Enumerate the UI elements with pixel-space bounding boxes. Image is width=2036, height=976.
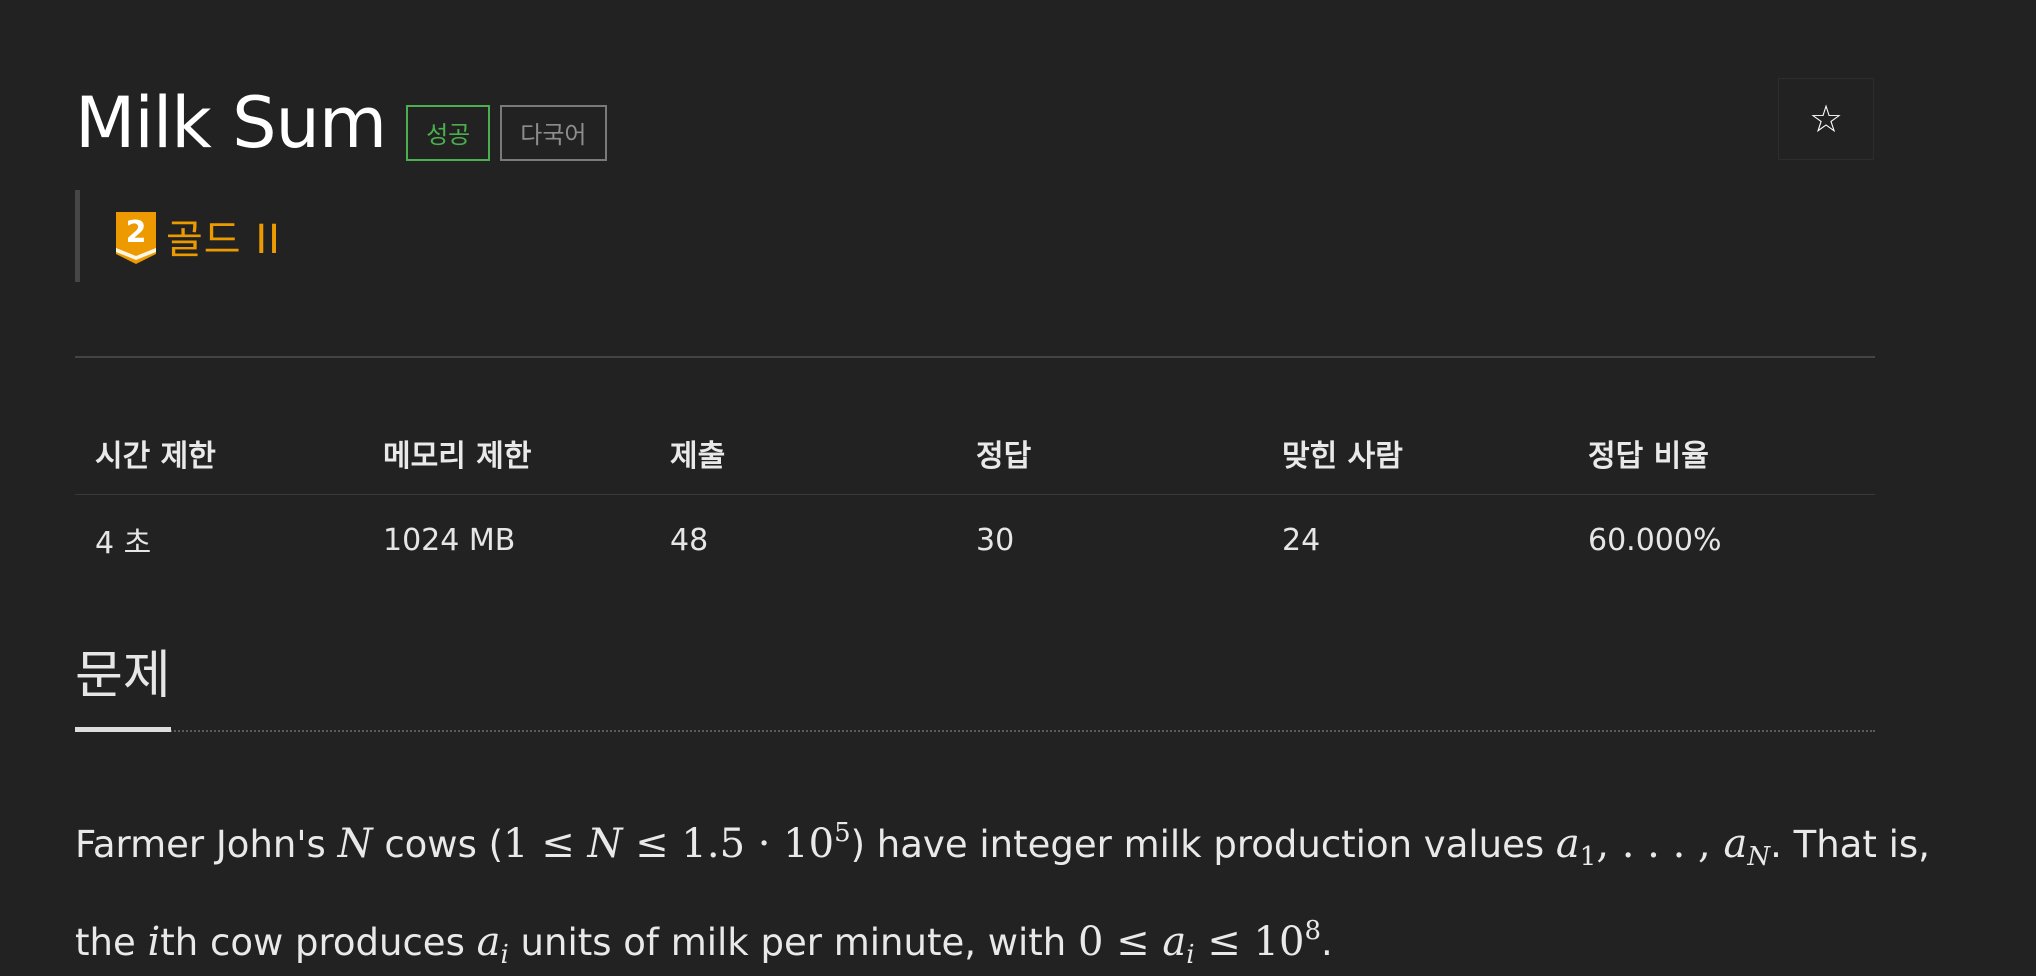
header-divider	[75, 356, 1875, 358]
statement-line-1: Farmer John's N cows (1 ≤ N ≤ 1.5 · 105)…	[75, 796, 1930, 894]
math-subscript: i	[1186, 940, 1195, 970]
problem-section-header: 문제	[75, 636, 1875, 732]
problem-statement: Farmer John's N cows (1 ≤ N ≤ 1.5 · 105)…	[75, 796, 1930, 976]
problem-title: Milk Sum	[75, 82, 387, 164]
statement-text: . That is,	[1770, 823, 1930, 866]
problem-header: Milk Sum 성공 다국어	[75, 78, 607, 168]
statement-text: ) have integer milk production values	[850, 823, 1556, 866]
tier-label: 골드 II	[166, 217, 281, 263]
table-row: 4 초 1024 MB 48 30 24 60.000%	[75, 495, 1875, 586]
problem-info-table: 시간 제한 메모리 제한 제출 정답 맞힌 사람 정답 비율 4 초 1024 …	[75, 412, 1875, 585]
statement-text: th cow produces	[160, 921, 477, 964]
statement-text: .	[1320, 921, 1333, 964]
header-accepted: 정답	[956, 412, 1262, 495]
favorite-button[interactable]: ☆	[1778, 78, 1874, 160]
statement-text: the	[75, 921, 148, 964]
table-header-row: 시간 제한 메모리 제한 제출 정답 맞힌 사람 정답 비율	[75, 412, 1875, 495]
time-limit-value: 4 초	[95, 526, 152, 561]
section-title: 문제	[75, 636, 171, 732]
math-exponent: 8	[1304, 916, 1321, 946]
statement-line-2: the ith cow produces ai units of milk pe…	[75, 894, 1895, 976]
math-var: a	[1723, 821, 1748, 867]
memory-limit-value: 1024 MB	[383, 522, 516, 558]
math-subscript: N	[1747, 842, 1771, 872]
header-time-limit: 시간 제한	[75, 412, 363, 495]
math-var: N	[587, 821, 623, 867]
accepted-value: 30	[976, 522, 1015, 558]
header-submissions: 제출	[650, 412, 956, 495]
math-subscript: 1	[1579, 842, 1597, 872]
math-var: a	[1555, 821, 1580, 867]
statement-text: cows (	[372, 823, 504, 866]
header-solved-users: 맞힌 사람	[1262, 412, 1568, 495]
math-expr: , . . . ,	[1596, 821, 1724, 867]
statement-text: Farmer John's	[75, 823, 338, 866]
tier-number: 2	[126, 215, 147, 250]
math-expr: 0 ≤	[1078, 919, 1163, 965]
accept-ratio-value: 60.000%	[1588, 522, 1722, 558]
multilang-label[interactable]: 다국어	[500, 105, 607, 161]
submissions-value[interactable]: 48	[650, 495, 956, 586]
tier-block: 2 골드 II	[75, 190, 281, 282]
math-expr: ≤ 1.5 · 10	[622, 821, 835, 867]
solved-users-value[interactable]: 24	[1262, 495, 1568, 586]
math-var: a	[476, 919, 501, 965]
math-exponent: 5	[834, 818, 851, 848]
statement-text: units of milk per minute, with	[508, 921, 1078, 964]
math-var: i	[147, 919, 161, 965]
math-expr: ≤ 10	[1194, 919, 1305, 965]
tier-badge-icon: 2	[116, 212, 156, 264]
math-subscript: i	[500, 940, 509, 970]
math-expr: 1 ≤	[503, 821, 588, 867]
star-icon: ☆	[1808, 97, 1844, 141]
header-accept-ratio: 정답 비율	[1568, 412, 1875, 495]
problem-page: Milk Sum 성공 다국어 ☆ 2 골드 II 시간 제한 메모리 제한 제…	[0, 0, 2036, 976]
header-memory-limit: 메모리 제한	[363, 412, 650, 495]
math-var: a	[1162, 919, 1187, 965]
success-label: 성공	[406, 105, 491, 161]
math-var: N	[337, 821, 373, 867]
